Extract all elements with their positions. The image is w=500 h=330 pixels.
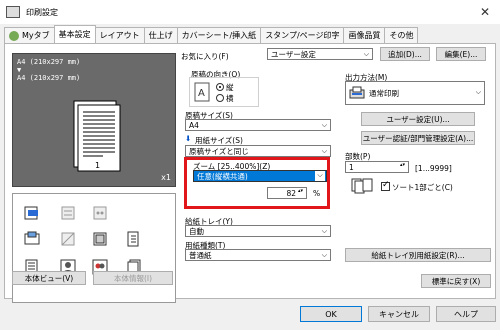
ok-button[interactable]: OK — [300, 306, 362, 322]
output-tray-icon — [24, 231, 40, 245]
tab-basic[interactable]: 基本設定 — [53, 25, 96, 43]
tab-label: Myタブ — [22, 31, 50, 40]
tab-other[interactable]: その他 — [384, 27, 419, 43]
user-icon — [9, 30, 19, 41]
favorites-label: お気に入り(F) — [181, 52, 229, 61]
paper-size-value: 原稿サイズと同じ — [189, 146, 249, 156]
chevron-down-icon: ⌵ — [321, 251, 327, 259]
tab-image-quality[interactable]: 画像品質 — [343, 27, 386, 43]
zoom-highlight-box — [184, 157, 330, 209]
original-size-select[interactable]: A4 ⌵ — [185, 119, 331, 131]
close-icon[interactable]: ✕ — [480, 5, 490, 19]
paper-type-select[interactable]: 普通紙 ⌵ — [185, 249, 331, 261]
help-button[interactable]: ヘルプ — [436, 306, 496, 322]
chevron-down-icon: ⌵ — [321, 147, 327, 155]
arrow-down-icon: ▼ — [17, 66, 22, 74]
cancel-button[interactable]: キャンセル — [368, 306, 430, 322]
booklet-icon — [93, 232, 107, 246]
window-title: 印刷設定 — [26, 7, 58, 17]
fold-icon — [61, 232, 75, 246]
stapler-icon — [61, 206, 75, 220]
tab-label: スタンプ/ページ印字 — [265, 31, 340, 40]
title-bar: 印刷設定 ✕ — [0, 0, 500, 24]
portrait-label: 縦 — [226, 83, 234, 92]
device-view-button[interactable]: 本体ビュー(V) — [12, 271, 86, 285]
device-info-button[interactable]: 本体情報(I) — [93, 271, 173, 285]
original-paper-text: A4 (210x297 mm) — [17, 58, 81, 66]
paper-tray-value: 自動 — [189, 226, 204, 236]
portrait-page-icon: A — [194, 82, 210, 102]
tab-mytab[interactable]: Myタブ — [4, 27, 55, 43]
output-method-select[interactable]: 通常印刷 ⌵ — [345, 81, 485, 105]
tab-layout[interactable]: レイアウト — [94, 27, 145, 43]
checkbox-checked-icon — [381, 180, 390, 191]
copies-value: 1 — [349, 162, 354, 172]
landscape-radio[interactable]: 横 — [216, 93, 234, 104]
edit-favorite-button[interactable]: 編集(E)... — [436, 47, 486, 61]
paper-size-select[interactable]: 原稿サイズと同じ ⌵ — [185, 145, 331, 157]
restore-defaults-button[interactable]: 標準に戻す(X) — [421, 274, 491, 288]
add-favorite-button[interactable]: 追加(D)... — [380, 47, 430, 61]
tab-label: その他 — [389, 31, 414, 40]
orientation-group: A 縦 横 — [189, 77, 259, 107]
page-preview: A4 (210x297 mm) ▼ A4 (210x297 mm) 1 x1 — [12, 53, 176, 187]
output-method-value: 通常印刷 — [369, 88, 399, 98]
favorites-select[interactable]: ユーザー設定 ⌵ — [267, 48, 373, 60]
radio-checked-icon — [216, 83, 224, 91]
copies-spinner[interactable]: 1 ▴▾ — [345, 161, 409, 173]
document-preview-icon: 1 — [73, 100, 121, 172]
chevron-down-icon: ⌵ — [321, 121, 327, 129]
paper-tray-select[interactable]: 自動 ⌵ — [185, 225, 331, 237]
svg-text:1: 1 — [95, 161, 100, 170]
collate-checkbox[interactable]: ソート1部ごと(C) — [381, 180, 453, 193]
input-tray-icon — [24, 206, 38, 220]
paper-type-value: 普通紙 — [189, 250, 212, 260]
tab-label: カバーシート/挿入紙 — [181, 31, 257, 40]
finisher-icon — [127, 231, 139, 247]
user-settings-button[interactable]: ユーザー設定(U)... — [361, 112, 475, 126]
collate-label: ソート1部ごと(C) — [392, 183, 453, 192]
original-size-value: A4 — [189, 120, 199, 130]
output-paper-text: A4 (210x297 mm) — [17, 74, 81, 82]
tray-paper-settings-button[interactable]: 給紙トレイ別用紙設定(R)... — [345, 248, 491, 262]
punch-icon — [93, 206, 107, 220]
auth-settings-button[interactable]: ユーザー認証/部門管理設定(A)... — [361, 131, 475, 145]
portrait-radio[interactable]: 縦 — [216, 82, 234, 93]
favorites-value: ユーザー設定 — [271, 49, 316, 59]
tab-label: レイアウト — [99, 31, 140, 40]
chevron-down-icon: ⌵ — [363, 50, 369, 58]
copies-badge: x1 — [161, 173, 171, 182]
device-options-area — [12, 193, 176, 303]
tab-finishing[interactable]: 仕上げ — [143, 27, 178, 43]
svg-text:A: A — [198, 88, 205, 99]
spinner-arrows-icon[interactable]: ▴▾ — [400, 162, 405, 168]
print-icon — [349, 86, 365, 99]
chevron-down-icon: ⌵ — [475, 88, 481, 96]
chevron-down-icon: ⌵ — [321, 227, 327, 235]
tab-label: 仕上げ — [148, 31, 173, 40]
tab-cover-sheet[interactable]: カバーシート/挿入紙 — [176, 27, 262, 43]
landscape-label: 横 — [226, 94, 234, 103]
paper-size-label: A4 (210x297 mm) ▼ A4 (210x297 mm) — [17, 58, 80, 82]
tab-label: 画像品質 — [348, 31, 381, 40]
print-settings-dialog: 印刷設定 ✕ Myタブ 基本設定 レイアウト 仕上げ カバーシート/挿入紙 スタ… — [0, 0, 500, 330]
tab-stamp[interactable]: スタンプ/ページ印字 — [260, 27, 345, 43]
printer-icon — [6, 6, 20, 18]
arrow-down-blue-icon: ⬇ — [185, 134, 192, 143]
copies-range: [1...9999] — [415, 164, 452, 173]
collate-icon — [351, 178, 373, 194]
tab-label: 基本設定 — [58, 30, 91, 39]
tab-bar: Myタブ 基本設定 レイアウト 仕上げ カバーシート/挿入紙 スタンプ/ページ印… — [4, 25, 419, 43]
radio-unchecked-icon — [216, 94, 224, 102]
